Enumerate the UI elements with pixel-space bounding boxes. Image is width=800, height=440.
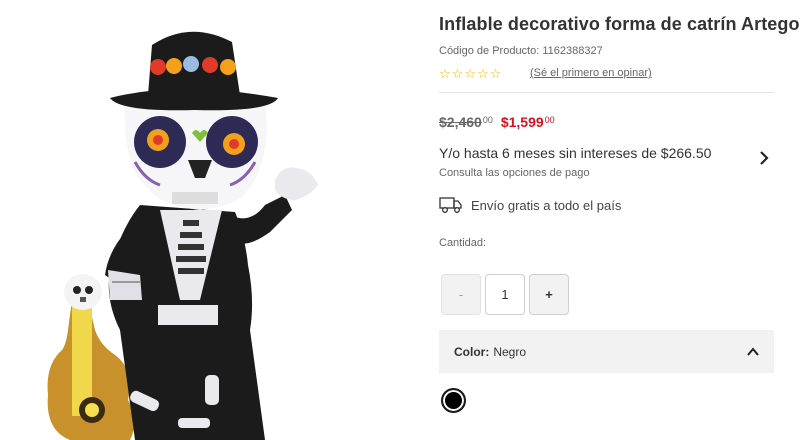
quantity-decrease-button[interactable]: - — [441, 274, 481, 315]
truck-icon — [439, 197, 462, 213]
product-code: Código de Producto: 1162388327 — [439, 45, 603, 57]
color-value: Negro — [493, 344, 527, 359]
shipping-info: Envío gratis a todo el país — [439, 196, 621, 214]
catrin-body — [105, 167, 318, 440]
chevron-right-icon[interactable] — [756, 150, 772, 166]
sale-price-cents: 00 — [544, 115, 555, 125]
first-review-link[interactable]: (Sé el primero en opinar) — [530, 67, 652, 79]
product-code-value: 1162388327 — [542, 45, 603, 57]
star-empty-icon: ☆ — [476, 66, 489, 81]
quantity-input[interactable] — [485, 274, 525, 315]
product-code-label: Código de Producto: — [439, 45, 540, 57]
color-selector-header[interactable]: Color: Negro — [439, 330, 774, 373]
chevron-up-icon — [747, 347, 759, 356]
quantity-label: Cantidad: — [439, 237, 487, 249]
sale-price: $1,599 — [500, 114, 544, 130]
star-empty-icon: ☆ — [451, 66, 464, 81]
old-price-cents: 00 — [482, 115, 493, 125]
skull — [124, 100, 267, 210]
payment-options-link[interactable]: Consulta las opciones de pago — [439, 167, 589, 179]
product-image[interactable] — [0, 0, 420, 440]
quantity-stepper: - + — [441, 274, 569, 315]
star-empty-icon: ☆ — [439, 66, 451, 81]
color-swatch-black[interactable] — [441, 388, 466, 413]
star-empty-icon: ☆ — [464, 66, 476, 81]
rating-stars: ☆ ☆ ☆ ☆ ☆ — [439, 66, 501, 81]
divider — [439, 92, 774, 93]
shipping-text: Envío gratis a todo el país — [471, 197, 622, 213]
old-price: $2,460 — [439, 114, 482, 130]
product-title: Inflable decorativo forma de catrín Arte… — [439, 14, 800, 34]
installments-text[interactable]: Y/o hasta 6 meses sin intereses de $266.… — [439, 145, 711, 161]
color-label: Color: — [454, 344, 490, 359]
star-empty-icon: ☆ — [489, 66, 502, 81]
price-block: $2,460 00 $1,599 00 — [439, 114, 555, 130]
catrin-inflatable-image — [47, 31, 318, 440]
quantity-increase-button[interactable]: + — [529, 274, 569, 315]
hat — [110, 31, 278, 111]
